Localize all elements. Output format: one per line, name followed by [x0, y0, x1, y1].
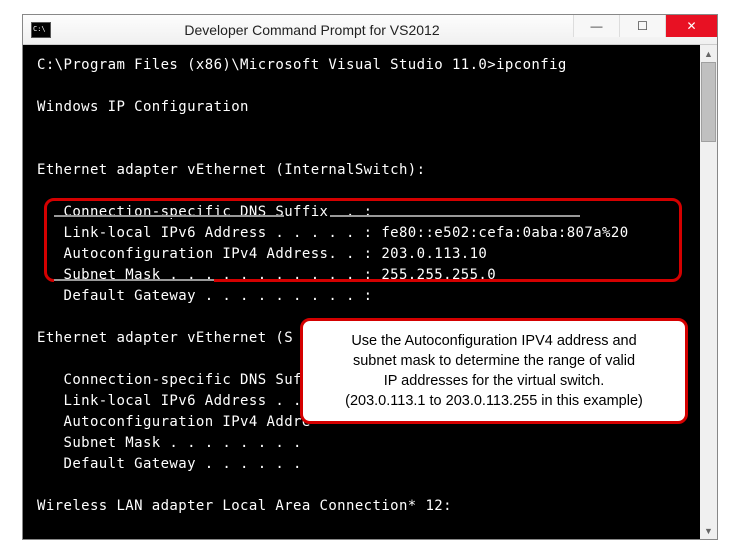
close-button[interactable]: ✕: [665, 15, 717, 37]
callout-line: subnet mask to determine the range of va…: [317, 351, 671, 371]
scroll-thumb[interactable]: [701, 62, 716, 142]
scroll-down-arrow[interactable]: ▼: [700, 522, 717, 539]
adapter2-gateway: Default Gateway . . . . . .: [37, 456, 311, 472]
terminal-output: C:\Program Files (x86)\Microsoft Visual …: [37, 55, 703, 539]
app-icon: [31, 22, 51, 38]
adapter1-linklocal: Link-local IPv6 Address . . . . . : fe80…: [37, 225, 629, 241]
adapter1-autoconf: Autoconfiguration IPv4 Address. . : 203.…: [37, 246, 487, 262]
window-controls: — ☐ ✕: [573, 15, 717, 44]
adapter2-dns: Connection-specific DNS Suff: [37, 372, 311, 388]
redaction-line: [54, 215, 284, 218]
adapter2-linklocal: Link-local IPv6 Address . .: [37, 393, 311, 409]
adapter3-title: Wireless LAN adapter Local Area Connecti…: [37, 498, 452, 514]
adapter2-subnet: Subnet Mask . . . . . . . .: [37, 435, 311, 451]
adapter1-title: Ethernet adapter vEthernet (InternalSwit…: [37, 162, 425, 178]
callout-line: (203.0.113.1 to 203.0.113.255 in this ex…: [317, 391, 671, 411]
ip-config-header: Windows IP Configuration: [37, 99, 249, 115]
adapter2-autoconf: Autoconfiguration IPv4 Addre: [37, 414, 311, 430]
vertical-scrollbar[interactable]: ▲ ▼: [700, 45, 717, 539]
terminal-area[interactable]: C:\Program Files (x86)\Microsoft Visual …: [23, 45, 717, 539]
window-title: Developer Command Prompt for VS2012: [51, 22, 573, 38]
minimize-button[interactable]: —: [573, 15, 619, 37]
redaction-line: [330, 215, 580, 218]
scroll-up-arrow[interactable]: ▲: [700, 45, 717, 62]
callout-line: Use the Autoconfiguration IPV4 address a…: [317, 331, 671, 351]
callout-line: IP addresses for the virtual switch.: [317, 371, 671, 391]
adapter2-title: Ethernet adapter vEthernet (S: [37, 330, 293, 346]
title-bar[interactable]: Developer Command Prompt for VS2012 — ☐ …: [23, 15, 717, 45]
annotation-callout: Use the Autoconfiguration IPV4 address a…: [300, 318, 688, 424]
maximize-button[interactable]: ☐: [619, 15, 665, 37]
window-frame: Developer Command Prompt for VS2012 — ☐ …: [22, 14, 718, 540]
redaction-line: [54, 279, 214, 282]
prompt-line: C:\Program Files (x86)\Microsoft Visual …: [37, 57, 567, 73]
adapter1-gateway: Default Gateway . . . . . . . . . :: [37, 288, 373, 304]
